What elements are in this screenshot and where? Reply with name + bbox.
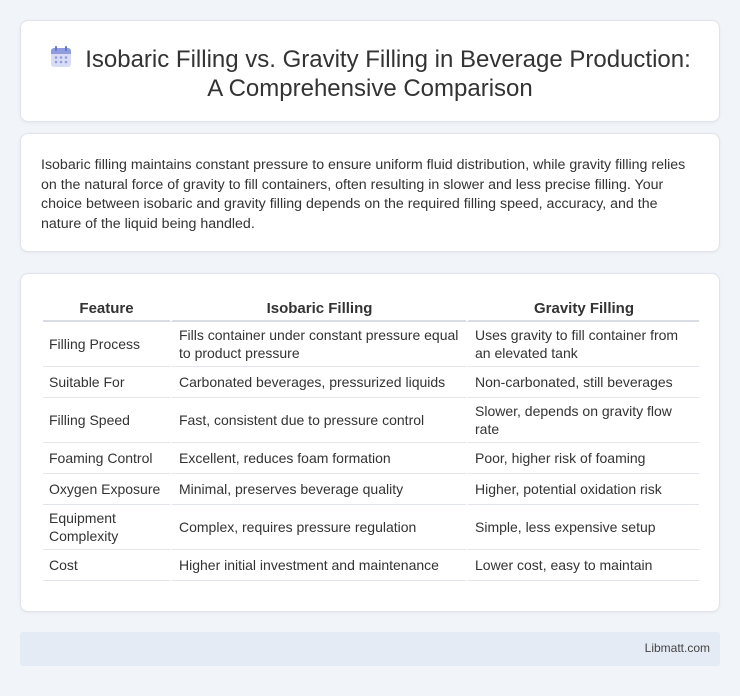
header-gravity: Gravity Filling [466,296,699,322]
feature-cell: Suitable For [43,367,170,398]
comparison-table: Feature Isobaric Filling Gravity Filling… [43,296,699,581]
title-line-1: Isobaric Filling vs. Gravity Filling in … [85,46,691,73]
table-row: Filling Process Fills container under co… [43,322,699,367]
feature-cell: Filling Speed [43,398,170,443]
header-isobaric: Isobaric Filling [170,296,466,322]
gravity-cell: Non-carbonated, still beverages [466,367,699,398]
table-row: Foaming Control Excellent, reduces foam … [43,443,699,474]
table-row: Suitable For Carbonated beverages, press… [43,367,699,398]
comparison-card: Feature Isobaric Filling Gravity Filling… [20,273,720,612]
intro-paragraph: Isobaric filling maintains constant pres… [41,157,686,232]
table-row: Filling Speed Fast, consistent due to pr… [43,398,699,443]
gravity-cell: Poor, higher risk of foaming [466,443,699,474]
title-card: Isobaric Filling vs. Gravity Filling in … [20,20,720,122]
feature-cell: Cost [43,550,170,581]
feature-cell: Foaming Control [43,443,170,474]
intro-card: Isobaric filling maintains constant pres… [20,133,720,252]
calendar-icon [51,46,72,67]
isobaric-cell: Complex, requires pressure regulation [170,505,466,550]
isobaric-cell: Fast, consistent due to pressure control [170,398,466,443]
footer-site-link[interactable]: Libmatt.com [645,641,710,655]
feature-cell: Filling Process [43,322,170,367]
table-row: Oxygen Exposure Minimal, preserves bever… [43,474,699,505]
isobaric-cell: Higher initial investment and maintenanc… [170,550,466,581]
footer-bar: Libmatt.com [20,632,720,666]
table-row: Equipment Complexity Complex, requires p… [43,505,699,550]
gravity-cell: Slower, depends on gravity flow rate [466,398,699,443]
isobaric-cell: Carbonated beverages, pressurized liquid… [170,367,466,398]
isobaric-cell: Fills container under constant pressure … [170,322,466,367]
gravity-cell: Higher, potential oxidation risk [466,474,699,505]
gravity-cell: Lower cost, easy to maintain [466,550,699,581]
isobaric-cell: Minimal, preserves beverage quality [170,474,466,505]
feature-cell: Equipment Complexity [43,505,170,550]
table-header-row: Feature Isobaric Filling Gravity Filling [43,296,699,322]
page-title: Isobaric Filling vs. Gravity Filling in … [21,45,719,103]
table-row: Cost Higher initial investment and maint… [43,550,699,581]
header-feature: Feature [43,296,170,322]
isobaric-cell: Excellent, reduces foam formation [170,443,466,474]
gravity-cell: Simple, less expensive setup [466,505,699,550]
gravity-cell: Uses gravity to fill container from an e… [466,322,699,367]
feature-cell: Oxygen Exposure [43,474,170,505]
title-line-2: A Comprehensive Comparison [207,75,533,102]
